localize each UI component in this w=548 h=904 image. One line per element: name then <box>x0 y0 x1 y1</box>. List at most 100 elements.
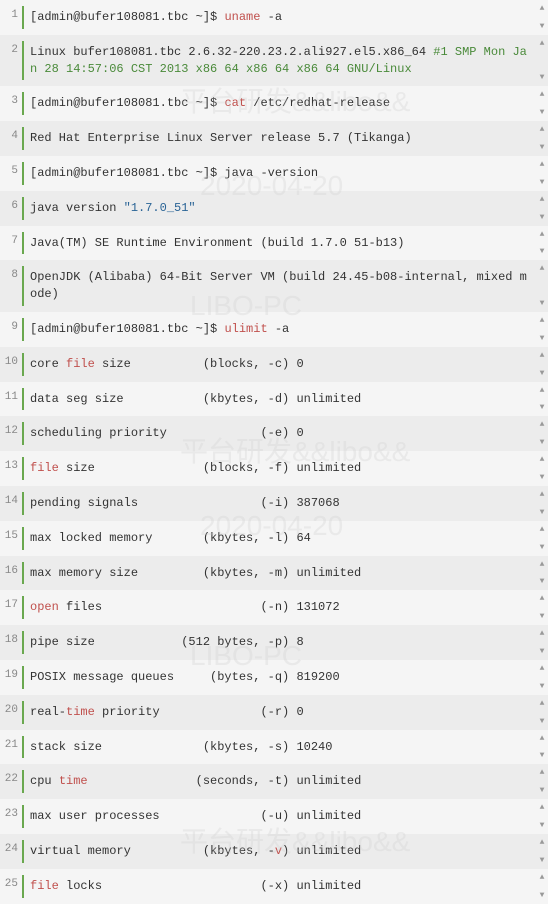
line-arrows[interactable]: ▲▼ <box>536 191 548 226</box>
gutter-bar <box>22 805 24 828</box>
code-segment: max user processes (-u) unlimited <box>30 809 361 823</box>
arrow-down-icon[interactable]: ▼ <box>540 108 545 117</box>
arrow-up-icon[interactable]: ▲ <box>540 420 545 429</box>
line-arrows[interactable]: ▲▼ <box>536 121 548 156</box>
code-segment: ) unlimited <box>282 844 361 858</box>
line-arrows[interactable]: ▲▼ <box>536 156 548 191</box>
line-number: 18 <box>0 625 22 646</box>
gutter-bar <box>22 770 24 793</box>
code-segment: pipe size (512 bytes, -p) 8 <box>30 635 304 649</box>
arrow-down-icon[interactable]: ▼ <box>540 751 545 760</box>
code-line: 23max user processes (-u) unlimited▲▼ <box>0 799 548 834</box>
arrow-up-icon[interactable]: ▲ <box>540 664 545 673</box>
arrow-down-icon[interactable]: ▼ <box>540 543 545 552</box>
arrow-up-icon[interactable]: ▲ <box>540 386 545 395</box>
gutter-bar <box>22 92 24 115</box>
line-content: stack size (kbytes, -s) 10240 <box>30 730 536 765</box>
line-arrows[interactable]: ▲▼ <box>536 347 548 382</box>
code-segment: uname <box>224 10 260 24</box>
arrow-up-icon[interactable]: ▲ <box>540 455 545 464</box>
arrow-down-icon[interactable]: ▼ <box>540 438 545 447</box>
line-content: [admin@bufer108081.tbc ~]$ ulimit -a <box>30 312 536 347</box>
code-segment: files (-n) 131072 <box>59 600 340 614</box>
arrow-down-icon[interactable]: ▼ <box>540 73 545 82</box>
line-arrows[interactable]: ▲▼ <box>536 695 548 730</box>
line-content: POSIX message queues (bytes, -q) 819200 <box>30 660 536 695</box>
line-arrows[interactable]: ▲▼ <box>536 312 548 347</box>
arrow-up-icon[interactable]: ▲ <box>540 160 545 169</box>
line-arrows[interactable]: ▲▼ <box>536 0 548 35</box>
line-arrows[interactable]: ▲▼ <box>536 416 548 451</box>
line-arrows[interactable]: ▲▼ <box>536 35 548 87</box>
arrow-up-icon[interactable]: ▲ <box>540 629 545 638</box>
arrow-up-icon[interactable]: ▲ <box>540 560 545 569</box>
line-arrows[interactable]: ▲▼ <box>536 226 548 261</box>
arrow-up-icon[interactable]: ▲ <box>540 525 545 534</box>
line-arrows[interactable]: ▲▼ <box>536 660 548 695</box>
arrow-up-icon[interactable]: ▲ <box>540 230 545 239</box>
line-number: 23 <box>0 799 22 820</box>
arrow-down-icon[interactable]: ▼ <box>540 891 545 900</box>
gutter-bar <box>22 527 24 550</box>
arrow-up-icon[interactable]: ▲ <box>540 90 545 99</box>
arrow-down-icon[interactable]: ▼ <box>540 786 545 795</box>
code-line: 11data seg size (kbytes, -d) unlimited▲▼ <box>0 382 548 417</box>
code-line: 14pending signals (-i) 387068▲▼ <box>0 486 548 521</box>
line-content: file size (blocks, -f) unlimited <box>30 451 536 486</box>
arrow-down-icon[interactable]: ▼ <box>540 247 545 256</box>
arrow-down-icon[interactable]: ▼ <box>540 334 545 343</box>
arrow-up-icon[interactable]: ▲ <box>540 316 545 325</box>
arrow-down-icon[interactable]: ▼ <box>540 369 545 378</box>
code-segment: size (blocks, -c) 0 <box>95 357 304 371</box>
line-arrows[interactable]: ▲▼ <box>536 730 548 765</box>
arrow-up-icon[interactable]: ▲ <box>540 768 545 777</box>
arrow-up-icon[interactable]: ▲ <box>540 838 545 847</box>
line-arrows[interactable]: ▲▼ <box>536 764 548 799</box>
line-arrows[interactable]: ▲▼ <box>536 556 548 591</box>
gutter-bar <box>22 492 24 515</box>
arrow-up-icon[interactable]: ▲ <box>540 490 545 499</box>
line-arrows[interactable]: ▲▼ <box>536 834 548 869</box>
arrow-down-icon[interactable]: ▼ <box>540 22 545 31</box>
arrow-up-icon[interactable]: ▲ <box>540 39 545 48</box>
arrow-down-icon[interactable]: ▼ <box>540 821 545 830</box>
line-arrows[interactable]: ▲▼ <box>536 382 548 417</box>
arrow-up-icon[interactable]: ▲ <box>540 699 545 708</box>
line-arrows[interactable]: ▲▼ <box>536 521 548 556</box>
arrow-down-icon[interactable]: ▼ <box>540 403 545 412</box>
arrow-up-icon[interactable]: ▲ <box>540 594 545 603</box>
code-line: 6java version "1.7.0_51"▲▼ <box>0 191 548 226</box>
line-arrows[interactable]: ▲▼ <box>536 260 548 312</box>
line-arrows[interactable]: ▲▼ <box>536 486 548 521</box>
line-arrows[interactable]: ▲▼ <box>536 625 548 660</box>
arrow-down-icon[interactable]: ▼ <box>540 299 545 308</box>
arrow-down-icon[interactable]: ▼ <box>540 856 545 865</box>
line-arrows[interactable]: ▲▼ <box>536 86 548 121</box>
arrow-up-icon[interactable]: ▲ <box>540 873 545 882</box>
arrow-down-icon[interactable]: ▼ <box>540 213 545 222</box>
code-line: 22cpu time (seconds, -t) unlimited▲▼ <box>0 764 548 799</box>
arrow-down-icon[interactable]: ▼ <box>540 508 545 517</box>
arrow-down-icon[interactable]: ▼ <box>540 143 545 152</box>
arrow-down-icon[interactable]: ▼ <box>540 612 545 621</box>
line-arrows[interactable]: ▲▼ <box>536 590 548 625</box>
arrow-up-icon[interactable]: ▲ <box>540 195 545 204</box>
arrow-down-icon[interactable]: ▼ <box>540 682 545 691</box>
arrow-up-icon[interactable]: ▲ <box>540 4 545 13</box>
arrow-down-icon[interactable]: ▼ <box>540 577 545 586</box>
arrow-down-icon[interactable]: ▼ <box>540 647 545 656</box>
line-arrows[interactable]: ▲▼ <box>536 869 548 904</box>
arrow-up-icon[interactable]: ▲ <box>540 264 545 273</box>
arrow-up-icon[interactable]: ▲ <box>540 734 545 743</box>
arrow-down-icon[interactable]: ▼ <box>540 178 545 187</box>
arrow-up-icon[interactable]: ▲ <box>540 125 545 134</box>
line-arrows[interactable]: ▲▼ <box>536 451 548 486</box>
code-line: 10core file size (blocks, -c) 0▲▼ <box>0 347 548 382</box>
arrow-up-icon[interactable]: ▲ <box>540 803 545 812</box>
line-content: pending signals (-i) 387068 <box>30 486 536 521</box>
line-arrows[interactable]: ▲▼ <box>536 799 548 834</box>
arrow-down-icon[interactable]: ▼ <box>540 717 545 726</box>
line-content: cpu time (seconds, -t) unlimited <box>30 764 536 799</box>
arrow-up-icon[interactable]: ▲ <box>540 351 545 360</box>
arrow-down-icon[interactable]: ▼ <box>540 473 545 482</box>
